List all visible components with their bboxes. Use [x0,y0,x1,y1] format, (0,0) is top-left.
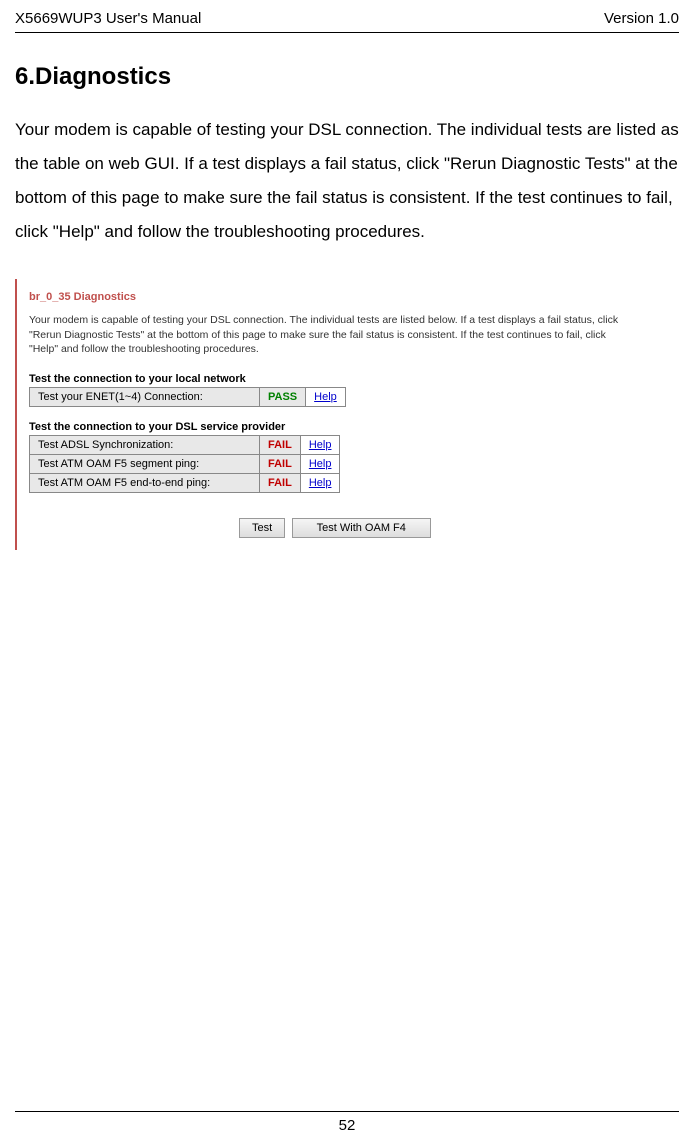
table-row: Test ATM OAM F5 end-to-end ping: FAIL He… [30,474,340,493]
status-pass: PASS [260,388,306,407]
header-right: Version 1.0 [604,10,679,27]
dsl-tests-table: Test ADSL Synchronization: FAIL Help Tes… [29,435,340,493]
test-name: Test your ENET(1~4) Connection: [30,388,260,407]
section-title: 6.Diagnostics [15,63,679,91]
table-row: Test ATM OAM F5 segment ping: FAIL Help [30,455,340,474]
status-fail: FAIL [260,474,301,493]
help-cell: Help [300,436,340,455]
button-row: Test Test With OAM F4 [239,518,623,538]
table-row: Test ADSL Synchronization: FAIL Help [30,436,340,455]
gui-screenshot: br_0_35 Diagnostics Your modem is capabl… [15,279,635,550]
test-name: Test ADSL Synchronization: [30,436,260,455]
help-link[interactable]: Help [309,477,332,489]
help-link[interactable]: Help [309,458,332,470]
test-name: Test ATM OAM F5 segment ping: [30,455,260,474]
status-fail: FAIL [260,436,301,455]
help-link[interactable]: Help [314,391,337,403]
footer-divider [15,1111,679,1112]
help-link[interactable]: Help [309,439,332,451]
local-subtitle: Test the connection to your local networ… [29,373,623,385]
header-left: X5669WUP3 User's Manual [15,10,201,27]
header-divider [15,32,679,33]
test-name: Test ATM OAM F5 end-to-end ping: [30,474,260,493]
test-oam-button[interactable]: Test With OAM F4 [292,518,431,538]
help-cell: Help [300,474,340,493]
gui-title: br_0_35 Diagnostics [29,291,623,303]
table-row: Test your ENET(1~4) Connection: PASS Hel… [30,388,346,407]
test-button[interactable]: Test [239,518,285,538]
body-text: Your modem is capable of testing your DS… [15,113,679,249]
local-tests-table: Test your ENET(1~4) Connection: PASS Hel… [29,387,346,407]
help-cell: Help [300,455,340,474]
help-cell: Help [306,388,346,407]
gui-description: Your modem is capable of testing your DS… [29,313,623,357]
page-number: 52 [339,1117,356,1134]
status-fail: FAIL [260,455,301,474]
dsl-subtitle: Test the connection to your DSL service … [29,421,623,433]
